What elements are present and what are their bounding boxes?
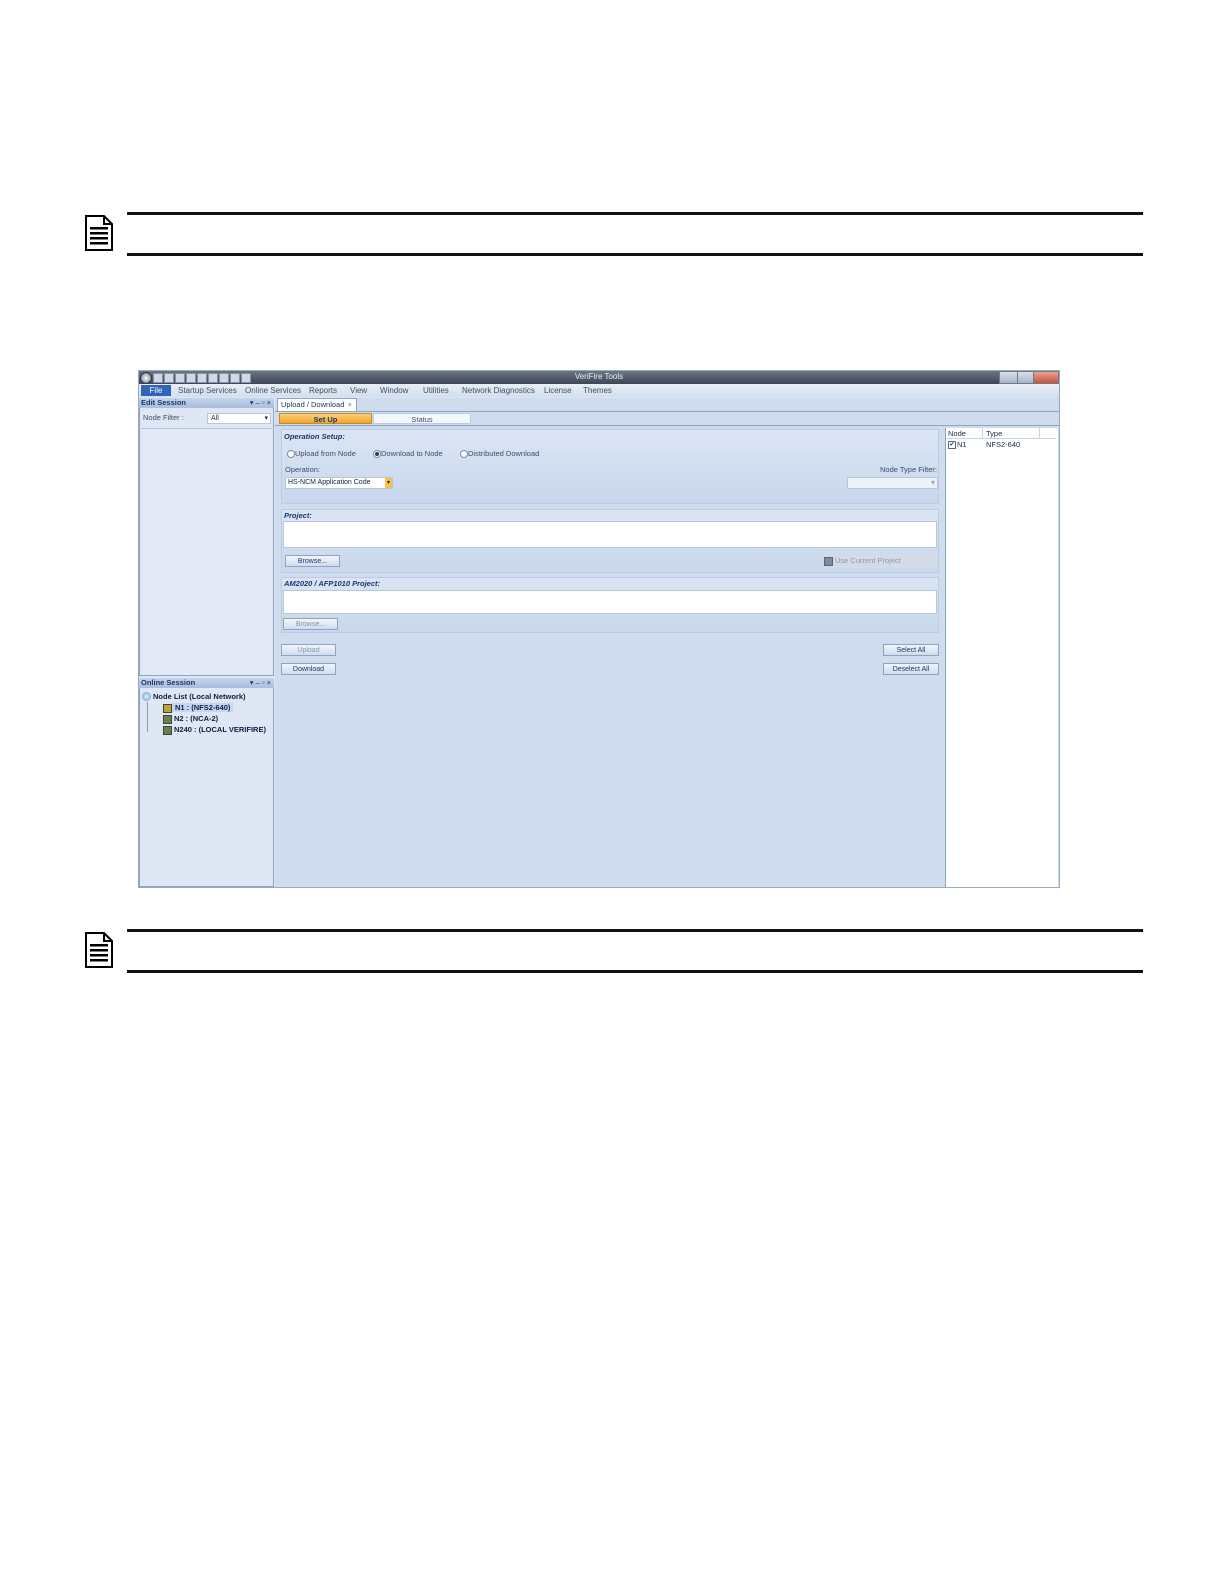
menu-network-diagnostics[interactable]: Network Diagnostics [462, 386, 535, 395]
online-session-header: Online Session ▾ – ▫ × [139, 678, 274, 688]
am2020-project-path-field[interactable] [283, 590, 937, 614]
upload-button[interactable]: Upload [281, 644, 336, 656]
operation-value: HS-NCM Application Code [288, 479, 371, 486]
close-tab-icon[interactable]: × [348, 399, 352, 411]
menu-online-services[interactable]: Online Services [245, 386, 301, 395]
subtab-divider [275, 425, 1059, 426]
operation-select[interactable]: HS-NCM Application Code ▾ [285, 477, 393, 489]
online-session-title: Online Session [141, 678, 196, 687]
app-window: VeriFire Tools File Startup Services Onl… [138, 370, 1060, 888]
menu-file[interactable]: File [141, 385, 171, 396]
note-top-rule [127, 212, 1143, 215]
row-checkbox[interactable]: ✔ [948, 441, 956, 449]
column-node[interactable]: Node [948, 429, 966, 438]
edit-session-header: Edit Session ▾ – ▫ × [139, 398, 274, 408]
menu-view[interactable]: View [350, 386, 367, 395]
project-section: Project: Browse... Use Current Project [281, 509, 939, 573]
radio-distributed-label: Distributed Download [468, 449, 540, 458]
menu-license[interactable]: License [544, 386, 572, 395]
menu-utilities[interactable]: Utilities [423, 386, 449, 395]
panel-controls[interactable]: ▾ – ▫ × [250, 398, 271, 408]
chevron-down-icon: ▾ [385, 478, 392, 488]
download-button[interactable]: Download [281, 663, 336, 675]
edit-session-body [141, 428, 272, 675]
chevron-down-icon: ▾ [930, 478, 935, 487]
column-divider [1039, 428, 1040, 438]
node-filter-select[interactable]: All ▾ [207, 413, 271, 424]
menu-bar: File Startup Services Online Services Re… [139, 384, 1059, 397]
panel-controls[interactable]: ▾ – ▫ × [250, 678, 271, 688]
menu-themes[interactable]: Themes [583, 386, 612, 395]
node-list-table: Node Type ✔ N1 NFS2-640 [945, 428, 1058, 887]
network-icon [142, 692, 151, 701]
maximize-icon[interactable] [1017, 371, 1034, 384]
radio-upload-label: Upload from Node [295, 449, 356, 458]
node-type-filter-label: Node Type Filter: [880, 465, 937, 474]
tree-root[interactable]: Node List (Local Network) [153, 692, 246, 701]
project-path-field[interactable] [283, 521, 937, 548]
radio-download-to-node[interactable] [373, 450, 381, 458]
table-header: Node Type [946, 428, 1056, 439]
tab-status[interactable]: Status [373, 413, 471, 424]
node-type-filter-select[interactable]: ▾ [847, 477, 938, 489]
row-type-value: NFS2-640 [986, 440, 1021, 449]
note-icon [85, 932, 113, 968]
edit-session-title: Edit Session [141, 398, 187, 407]
am2020-project-title: AM2020 / AFP1010 Project: [284, 579, 381, 588]
minimize-icon[interactable] [999, 371, 1018, 384]
select-all-button[interactable]: Select All [883, 644, 939, 656]
menu-reports[interactable]: Reports [309, 386, 337, 395]
operation-label: Operation: [285, 465, 321, 474]
radio-upload-from-node[interactable] [287, 450, 295, 458]
note-bottom-rule [127, 970, 1143, 973]
note-bottom-rule [127, 253, 1143, 256]
panel-node-icon [163, 704, 172, 713]
am2020-project-section: AM2020 / AFP1010 Project: Browse... [281, 577, 939, 633]
use-current-project-label: Use Current Project [835, 556, 901, 565]
project-title: Project: [284, 511, 312, 520]
project-browse-button[interactable]: Browse... [285, 555, 340, 567]
close-icon[interactable] [1033, 371, 1059, 384]
tab-divider [275, 411, 1059, 412]
deselect-all-button[interactable]: Deselect All [883, 663, 939, 675]
radio-distributed-download[interactable] [460, 450, 468, 458]
menu-startup-services[interactable]: Startup Services [178, 386, 237, 395]
menu-window[interactable]: Window [380, 386, 408, 395]
operation-setup-title: Operation Setup: [284, 432, 345, 441]
node-filter-value: All [211, 415, 219, 422]
tree-node-n2[interactable]: N2 : (NCA-2) [174, 714, 218, 723]
tree-node-n1[interactable]: N1 : (NFS2-640) [172, 703, 234, 712]
column-type[interactable]: Type [986, 429, 1002, 438]
am2020-browse-button[interactable]: Browse... [283, 618, 338, 630]
row-node-value: N1 [957, 440, 967, 449]
tree-node-n240[interactable]: N240 : (LOCAL VERIFIRE) [174, 725, 266, 734]
note-icon [85, 215, 113, 251]
tab-set-up[interactable]: Set Up [279, 413, 372, 424]
panel-node-icon [163, 715, 172, 724]
title-bar: VeriFire Tools [139, 371, 1059, 384]
operation-setup-section: Operation Setup: Upload from Node Downlo… [281, 429, 939, 504]
tab-upload-download[interactable]: Upload / Download × [277, 398, 357, 411]
tree-line [147, 702, 148, 732]
use-current-project-checkbox[interactable] [824, 557, 833, 566]
chevron-down-icon: ▾ [264, 415, 268, 422]
panel-node-icon [163, 726, 172, 735]
window-title: VeriFire Tools [574, 372, 624, 381]
note-top-rule [127, 929, 1143, 932]
node-filter-label: Node Filter : [143, 413, 184, 422]
radio-download-label: Download to Node [381, 449, 443, 458]
column-divider [982, 428, 983, 438]
tab-label: Upload / Download [281, 400, 345, 409]
